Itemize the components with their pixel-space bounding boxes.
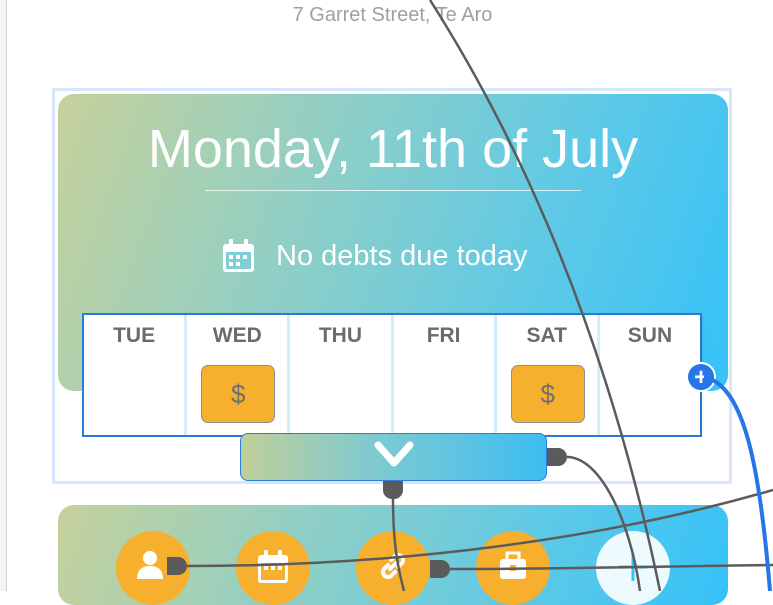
day-column-tue[interactable]: TUE <box>84 315 188 435</box>
connector-port[interactable] <box>430 560 450 578</box>
day-label: SAT <box>526 324 567 347</box>
date-title: Monday, 11th of July <box>147 119 639 179</box>
briefcase-icon <box>498 531 528 586</box>
user-icon <box>136 531 170 586</box>
week-strip: TUE WED $ THU FRI SAT $ SUN <box>82 313 702 437</box>
address-text: 7 Garret Street, Te Aro <box>292 4 493 26</box>
add-nav-button[interactable] <box>596 531 670 605</box>
day-label: THU <box>318 324 363 347</box>
link-nav-button[interactable] <box>356 531 430 605</box>
day-label: FRI <box>426 324 461 347</box>
day-label: TUE <box>113 324 156 347</box>
left-edge-rule <box>0 0 7 591</box>
plus-icon <box>615 531 651 590</box>
calendar-icon <box>220 238 257 275</box>
calendar-nav-button[interactable] <box>236 531 310 605</box>
day-column-wed[interactable]: WED $ <box>187 315 291 435</box>
debt-status-text: No debts due today <box>276 239 528 272</box>
day-column-fri[interactable]: FRI <box>393 315 497 435</box>
debt-status-row: No debts due today <box>220 236 528 276</box>
wallet-nav-button[interactable] <box>476 531 550 605</box>
day-column-sun[interactable]: SUN <box>599 315 701 435</box>
link-icon <box>376 531 410 588</box>
day-column-thu[interactable]: THU <box>290 315 394 435</box>
connector-port[interactable] <box>383 481 403 499</box>
calendar-icon <box>255 531 291 590</box>
day-column-sat[interactable]: SAT $ <box>496 315 600 435</box>
debt-badge[interactable]: $ <box>201 365 276 423</box>
connector-port[interactable] <box>547 448 567 466</box>
dollar-icon: $ <box>540 378 555 409</box>
expand-week-button[interactable] <box>240 433 547 481</box>
dollar-icon: $ <box>230 378 246 409</box>
add-connector-button[interactable]: + <box>686 362 716 392</box>
debt-badge[interactable]: $ <box>510 365 585 423</box>
title-divider <box>205 190 581 191</box>
day-label: WED <box>212 324 262 347</box>
connector-port[interactable] <box>167 557 187 575</box>
chevron-down-icon <box>372 439 416 476</box>
day-label: SUN <box>627 324 673 347</box>
